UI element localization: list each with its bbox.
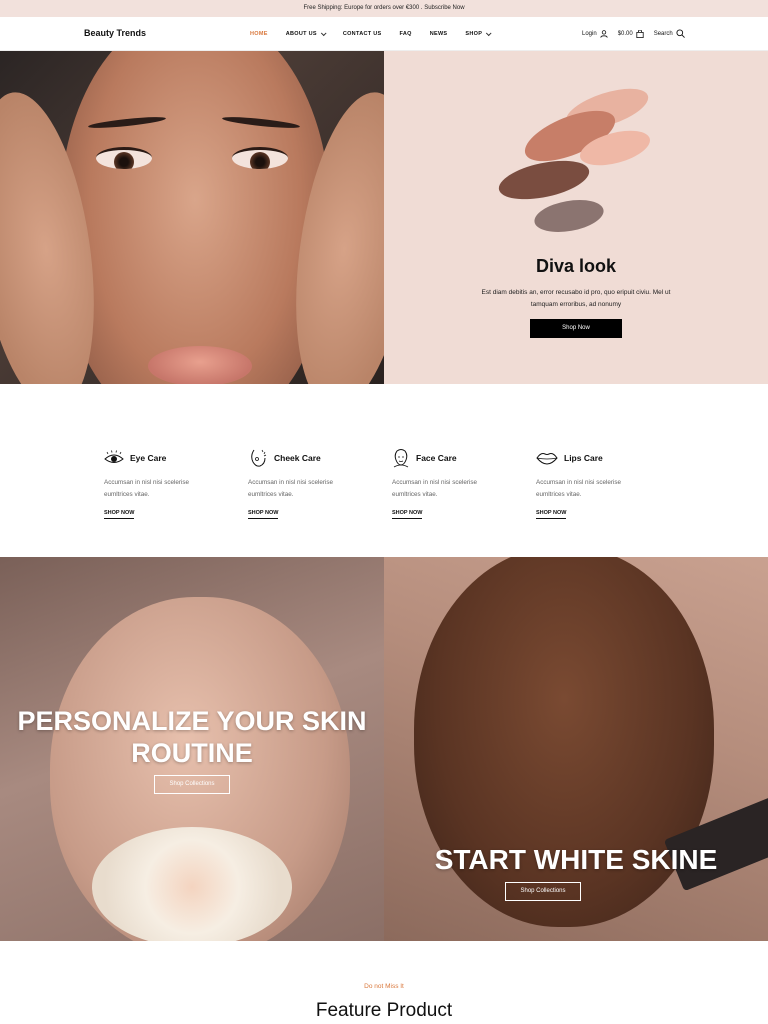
model-lips xyxy=(148,346,252,384)
login-link[interactable]: Login xyxy=(582,29,608,38)
header-actions: Login $0.00 Search xyxy=(582,29,695,38)
user-icon xyxy=(600,29,608,38)
lips-icon xyxy=(536,453,558,465)
cart-link[interactable]: $0.00 xyxy=(618,29,644,38)
section-title: Feature Product xyxy=(315,1000,453,1021)
model-face xyxy=(60,51,330,384)
skin-routine-banner: PERSONALIZE YOUR SKIN ROUTINE Shop Colle… xyxy=(0,557,384,941)
banner-title: START WHITE SKINE xyxy=(434,844,718,875)
care-shop-now-link[interactable]: SHOP NOW xyxy=(248,510,279,519)
nav-faq[interactable]: FAQ xyxy=(399,31,411,37)
shop-now-button[interactable]: Shop Now xyxy=(530,319,622,338)
hero-promo-panel: Diva look Est diam debitis an, error rec… xyxy=(384,51,768,384)
care-shop-now-link[interactable]: SHOP NOW xyxy=(104,510,135,519)
banner-title: PERSONALIZE YOUR SKIN ROUTINE xyxy=(17,706,367,768)
care-shop-now-link[interactable]: SHOP NOW xyxy=(536,510,567,519)
search-icon xyxy=(676,29,685,38)
care-description: Accumsan in nisl nisi scelerise eumltric… xyxy=(248,479,334,498)
shop-collections-button[interactable]: Shop Collections xyxy=(154,775,230,794)
rose-image xyxy=(92,827,292,941)
hero-title: Diva look xyxy=(535,256,617,276)
chevron-down-icon xyxy=(320,30,327,37)
announcement-bar: Free Shipping: Europe for orders over €3… xyxy=(0,0,768,17)
hero-model-image xyxy=(0,51,384,384)
main-nav: HOME ABOUT US CONTACT US FAQ NEWS SHOP xyxy=(250,30,508,37)
chevron-down-icon xyxy=(486,30,492,37)
eye-icon xyxy=(104,450,124,463)
eyeshadow-swatch xyxy=(531,195,607,237)
shop-collections-button[interactable]: Shop Collections xyxy=(505,882,581,901)
care-item-eye: Eye Care Accumsan in nisl nisi scelerise… xyxy=(104,447,244,519)
hero-text: Est diam debitis an, error recusabo id p… xyxy=(481,289,671,308)
face-icon xyxy=(393,449,409,468)
nav-shop[interactable]: SHOP xyxy=(465,30,492,37)
site-logo[interactable]: Beauty Trends xyxy=(84,28,146,38)
site-header: Beauty Trends HOME ABOUT US CONTACT US F… xyxy=(0,17,768,51)
announcement-text[interactable]: Free Shipping: Europe for orders over €3… xyxy=(303,5,464,11)
care-description: Accumsan in nisl nisi scelerise eumltric… xyxy=(536,479,622,498)
nav-about-us[interactable]: ABOUT US xyxy=(286,30,327,37)
white-skin-banner: START WHITE SKINE Shop Collections xyxy=(384,557,768,941)
care-title: Face Care xyxy=(416,453,457,463)
nav-news[interactable]: NEWS xyxy=(430,31,448,37)
section-subtitle: Do not Miss It xyxy=(364,983,404,990)
care-item-lips: Lips Care Accumsan in nisl nisi sceleris… xyxy=(536,447,676,519)
nav-home[interactable]: HOME xyxy=(250,31,268,37)
eyeshadow-swatch xyxy=(495,153,593,207)
care-title: Eye Care xyxy=(130,453,167,463)
search-link[interactable]: Search xyxy=(654,29,685,38)
model-eye xyxy=(232,147,288,169)
care-title: Cheek Care xyxy=(274,453,321,463)
bag-icon xyxy=(636,29,644,38)
care-description: Accumsan in nisl nisi scelerise eumltric… xyxy=(104,479,190,498)
care-title: Lips Care xyxy=(564,453,603,463)
model-eye xyxy=(96,147,152,169)
nav-contact-us[interactable]: CONTACT US xyxy=(343,31,382,37)
care-description: Accumsan in nisl nisi scelerise eumltric… xyxy=(392,479,478,498)
care-shop-now-link[interactable]: SHOP NOW xyxy=(392,510,423,519)
care-item-cheek: Cheek Care Accumsan in nisl nisi sceleri… xyxy=(248,447,388,519)
care-item-face: Face Care Accumsan in nisl nisi sceleris… xyxy=(392,447,532,519)
cheek-icon xyxy=(251,449,267,467)
